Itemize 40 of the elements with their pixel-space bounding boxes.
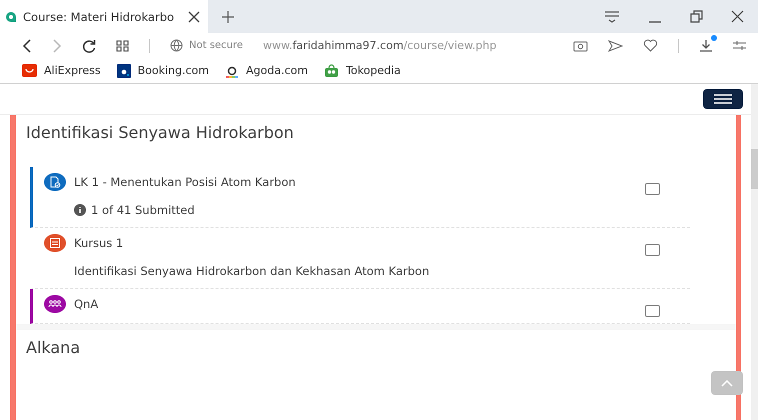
activity-link[interactable]: LK 1 - Menentukan Posisi Atom Karbon <box>74 175 296 189</box>
site-logo-icon <box>4 10 18 22</box>
camera-icon[interactable] <box>573 40 588 52</box>
completion-checkbox[interactable] <box>645 183 660 195</box>
activity-link[interactable]: Kursus 1 <box>74 236 124 250</box>
close-tab-icon[interactable] <box>188 10 200 22</box>
caret-up-icon <box>721 380 733 386</box>
section-title: Alkana <box>26 338 82 359</box>
info-icon <box>74 204 86 216</box>
address-field[interactable]: www.faridahimma97.com/course/view.php <box>262 39 496 52</box>
bookmark-link[interactable]: AliExpress <box>22 64 101 77</box>
menu-icon <box>714 94 732 104</box>
heart-icon[interactable] <box>643 39 658 52</box>
download-icon[interactable] <box>699 39 713 52</box>
shopping-logo-icon <box>22 64 37 77</box>
globe-icon[interactable] <box>170 39 183 52</box>
back-icon[interactable] <box>22 38 32 52</box>
shopping-bag-icon <box>324 64 339 78</box>
bookmark-link[interactable]: Agoda.com <box>224 64 308 78</box>
bookmark-link[interactable]: Tokopedia <box>324 64 401 78</box>
close-window-icon[interactable] <box>731 10 744 23</box>
tab-list-icon[interactable] <box>604 10 620 22</box>
menu-button[interactable] <box>703 89 743 109</box>
reload-icon[interactable] <box>82 38 96 52</box>
activity-link[interactable]: QnA <box>74 297 98 311</box>
send-icon[interactable] <box>608 40 623 52</box>
security-label: Not secure <box>189 40 243 51</box>
restore-icon[interactable] <box>690 10 703 23</box>
submission-status: 1 of 41 Submitted <box>91 203 195 217</box>
grid-icon[interactable] <box>116 40 129 52</box>
bookmark-link[interactable]: Booking.com <box>116 64 209 78</box>
browser-tab[interactable]: Course: Materi Hidrokarbo <box>0 0 208 33</box>
section-title: Identifikasi Senyawa Hidrokarbon <box>26 123 295 144</box>
activity-description: Identifikasi Senyawa Hidrokarbon dan Kekhasan Atom Karbon <box>74 264 430 278</box>
completion-checkbox[interactable] <box>645 305 660 317</box>
scrollbar[interactable] <box>751 84 758 420</box>
settings-icon[interactable] <box>733 40 746 52</box>
new-tab-icon[interactable] <box>222 10 234 22</box>
completion-checkbox[interactable] <box>645 244 660 256</box>
tab-title: Course: Materi Hidrokarbo <box>23 10 176 24</box>
